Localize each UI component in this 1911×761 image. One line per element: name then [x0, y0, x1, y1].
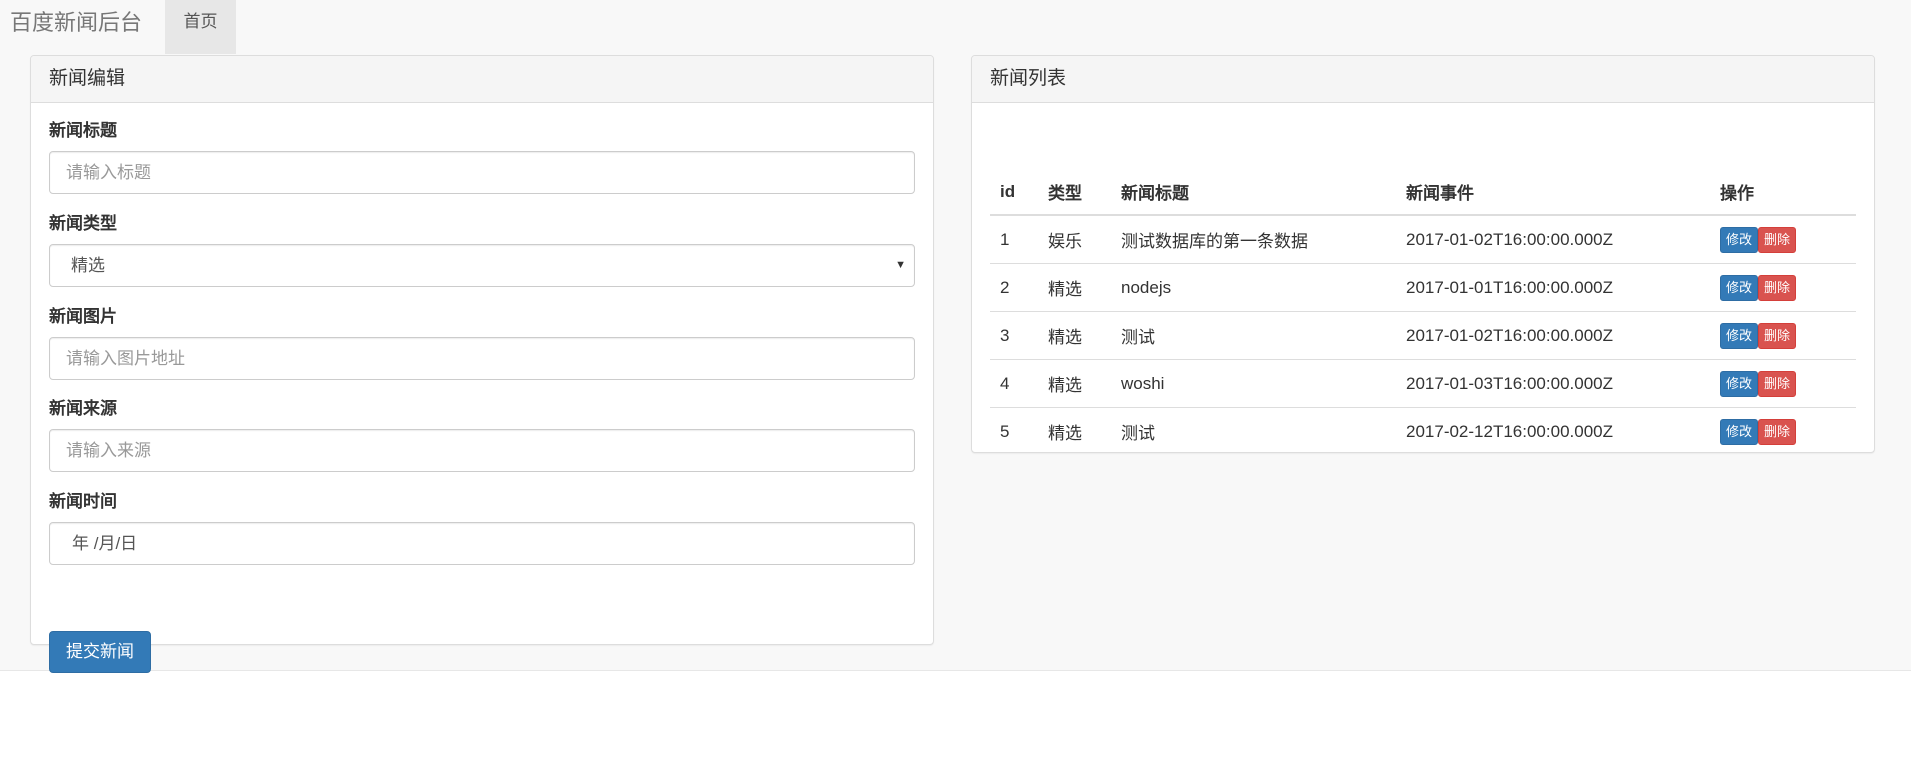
cell-type: 精选: [1048, 424, 1082, 443]
time-form-group: 新闻时间 年 /月/日: [49, 491, 915, 565]
edit-panel-heading: 新闻编辑: [31, 56, 933, 103]
cell-actions: 修改 删除: [1710, 215, 1856, 264]
news-edit-panel: 新闻编辑 新闻标题 新闻类型 精选 ▼ 新闻图片 新闻来源: [30, 55, 934, 673]
cell-time: 2017-01-01T16:00:00.000Z: [1396, 263, 1710, 312]
table-row: 4 精选 woshi 2017-01-03T16:00:00.000Z 修改 删除: [990, 359, 1856, 408]
cell-id: 4: [990, 359, 1038, 408]
title-input[interactable]: [49, 151, 915, 194]
delete-button[interactable]: 删除: [1758, 418, 1797, 445]
source-form-group: 新闻来源: [49, 398, 915, 472]
title-label: 新闻标题: [49, 121, 117, 140]
edit-button[interactable]: 修改: [1720, 274, 1759, 301]
cell-time: 2017-02-12T16:00:00.000Z: [1406, 421, 1613, 441]
table-row: 3 精选 测试 2017-01-02T16:00:00.000Z 修改 删除: [990, 311, 1856, 360]
cell-time: 2017-01-02T16:00:00.000Z: [1396, 311, 1710, 360]
cell-type: 精选: [1038, 359, 1111, 408]
type-select-value: 精选: [71, 256, 105, 275]
date-input[interactable]: 年 /月/日: [49, 522, 915, 565]
cell-title: nodejs: [1111, 263, 1396, 312]
table-header-row: id 类型 新闻标题 新闻事件 操作: [990, 169, 1856, 216]
news-table: id 类型 新闻标题 新闻事件 操作 1 娱乐 测试数据库的第一条数据 2017…: [990, 169, 1856, 455]
image-label: 新闻图片: [49, 307, 117, 326]
column-header-type: 类型: [1038, 169, 1111, 216]
delete-button[interactable]: 删除: [1758, 274, 1797, 301]
cell-actions: 修改 删除: [1710, 408, 1856, 456]
type-form-group: 新闻类型 精选 ▼: [49, 213, 915, 287]
caret-down-icon: ▼: [895, 259, 906, 271]
title-form-group: 新闻标题: [49, 120, 915, 194]
cell-actions: 修改 删除: [1710, 263, 1856, 312]
table-row: 1 娱乐 测试数据库的第一条数据 2017-01-02T16:00:00.000…: [990, 215, 1856, 264]
image-form-group: 新闻图片: [49, 306, 915, 380]
cell-actions: 修改 删除: [1710, 311, 1856, 360]
navbar: 百度新闻后台 首页: [0, 0, 1911, 54]
page-background: 百度新闻后台 首页 新闻编辑 新闻标题 新闻类型 精选 ▼ 新闻图片 新闻来源: [0, 0, 1911, 673]
edit-button[interactable]: 修改: [1720, 418, 1759, 445]
edit-button[interactable]: 修改: [1720, 370, 1759, 397]
nav-home-tab[interactable]: 首页: [165, 0, 236, 54]
delete-button[interactable]: 删除: [1758, 322, 1797, 349]
source-label: 新闻来源: [49, 399, 117, 418]
table-row: 5 精选 测试 2017-02-12T16:00:00.000Z 修改 删除: [990, 408, 1856, 456]
cell-type: 精选: [1038, 263, 1111, 312]
column-header-id: id: [990, 169, 1038, 216]
type-label: 新闻类型: [49, 214, 117, 233]
cell-title: 测试数据库的第一条数据: [1111, 215, 1396, 264]
news-list-panel: 新闻列表 id 类型 新闻标题 新闻事件 操作 1 娱乐 测试数据库的第一条数据…: [971, 55, 1875, 453]
cell-time: 2017-01-02T16:00:00.000Z: [1396, 215, 1710, 264]
source-input[interactable]: [49, 429, 915, 472]
column-header-title: 新闻标题: [1111, 169, 1396, 216]
cell-id: 3: [990, 311, 1038, 360]
edit-button[interactable]: 修改: [1720, 322, 1759, 349]
column-header-time: 新闻事件: [1396, 169, 1710, 216]
time-label: 新闻时间: [49, 492, 117, 511]
edit-button[interactable]: 修改: [1720, 226, 1759, 253]
brand-title[interactable]: 百度新闻后台: [10, 0, 142, 48]
delete-button[interactable]: 删除: [1758, 226, 1797, 253]
cell-title: woshi: [1111, 359, 1396, 408]
cell-id: 2: [990, 263, 1038, 312]
table-row: 2 精选 nodejs 2017-01-01T16:00:00.000Z 修改删…: [990, 263, 1856, 312]
cell-id: 1: [990, 215, 1038, 264]
cell-title: 测试: [1121, 424, 1155, 443]
cell-actions: 修改 删除: [1710, 359, 1856, 408]
cell-title: 测试: [1111, 311, 1396, 360]
image-input[interactable]: [49, 337, 915, 380]
delete-button[interactable]: 删除: [1758, 370, 1797, 397]
cell-time: 2017-01-03T16:00:00.000Z: [1396, 359, 1710, 408]
cell-type: 精选: [1038, 311, 1111, 360]
submit-news-button[interactable]: 提交新闻: [49, 631, 151, 673]
cell-id: 5: [1000, 421, 1010, 441]
cell-type: 娱乐: [1038, 215, 1111, 264]
type-select[interactable]: 精选 ▼: [49, 244, 915, 287]
column-header-actions: 操作: [1710, 169, 1856, 216]
date-input-value: 年 /月/日: [72, 534, 138, 553]
list-panel-heading: 新闻列表: [972, 56, 1874, 103]
